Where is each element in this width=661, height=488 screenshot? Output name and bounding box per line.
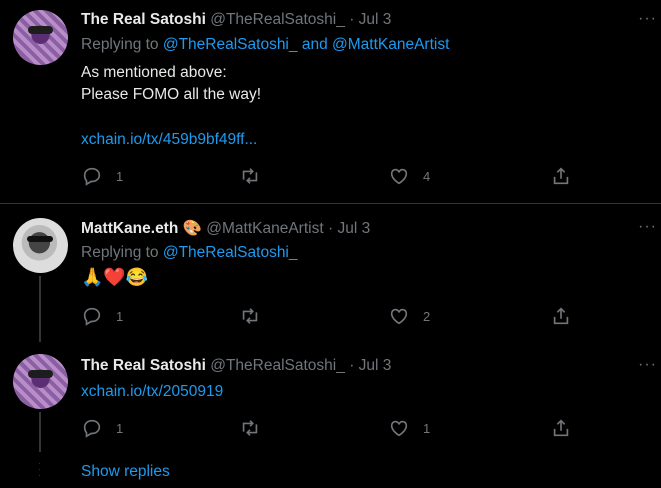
author-name[interactable]: The Real Satoshi [81,11,206,28]
tweet-date[interactable]: Jul 3 [359,357,392,374]
reply-button[interactable]: 1 [81,165,123,187]
like-count: 2 [423,308,431,324]
tweet-1[interactable]: The Real Satoshi @TheRealSatoshi_ · Jul … [0,0,661,203]
retweet-icon [242,420,258,436]
mention-link[interactable]: @TheRealSatoshi_ [163,36,298,53]
like-count: 4 [423,168,431,184]
tweet-link[interactable]: xchain.io/tx/2050919 [81,381,223,403]
tweet-header: The Real Satoshi @TheRealSatoshi_ · Jul … [81,357,391,375]
mention-link[interactable]: @TheRealSatoshi_ [163,244,298,261]
retweet-button[interactable] [239,165,274,187]
artist-palette-emoji: 🎨 [182,220,202,237]
separator-dot: · [349,357,355,374]
like-button[interactable]: 2 [388,305,430,327]
reply-icon [83,307,101,326]
reply-count: 1 [116,168,124,184]
like-button[interactable]: 1 [388,417,430,439]
author-name[interactable]: The Real Satoshi [81,357,206,374]
avatar[interactable] [13,354,68,409]
share-button[interactable] [550,305,572,327]
show-replies-link[interactable]: Show replies [81,463,170,481]
share-icon [553,167,569,185]
like-button[interactable]: 4 [388,165,430,187]
text-line: Please FOMO all the way! [81,86,262,103]
like-icon [390,308,408,325]
share-button[interactable] [550,417,572,439]
tweet-2[interactable]: MattKane.eth 🎨 @MattKaneArtist · Jul 3 ·… [0,204,661,344]
more-icon[interactable]: ··· [638,218,657,236]
tweet-date[interactable]: Jul 3 [359,11,392,28]
tweet-header: MattKane.eth 🎨 @MattKaneArtist · Jul 3 [81,219,370,238]
tweet-text: As mentioned above: Please FOMO all the … [81,62,261,106]
more-icon[interactable]: ··· [638,356,657,374]
thread-line [39,412,41,452]
mention-link[interactable]: @MattKaneArtist [332,36,449,53]
retweet-button[interactable] [239,417,274,439]
share-icon [553,419,569,437]
reply-count: 1 [116,308,124,324]
author-name[interactable]: MattKane.eth [81,220,178,237]
reply-button[interactable]: 1 [81,305,123,327]
reply-icon [83,167,101,186]
action-bar: 1 1 [81,417,581,441]
thread-dots: · · · [38,458,42,481]
tweet-link[interactable]: xchain.io/tx/459b9bf49ff... [81,129,257,151]
replying-to: Replying to @TheRealSatoshi_ [81,244,298,262]
thread-line [39,276,41,342]
replying-prefix: Replying to [81,244,159,261]
author-handle[interactable]: @MattKaneArtist [206,220,323,237]
like-icon [390,168,408,185]
tweet-date[interactable]: Jul 3 [337,220,370,237]
action-bar: 1 4 [81,165,581,189]
replying-prefix: Replying to [81,36,159,53]
action-bar: 1 2 [81,305,581,329]
tweet-text: 🙏❤️😂 [81,267,149,287]
author-handle[interactable]: @TheRealSatoshi_ [210,357,345,374]
like-count: 1 [423,420,431,436]
separator-dot: · [327,220,334,237]
share-button[interactable] [550,165,572,187]
reply-button[interactable]: 1 [81,417,123,439]
separator-dot: · [349,11,355,28]
tweet-header: The Real Satoshi @TheRealSatoshi_ · Jul … [81,11,391,29]
avatar[interactable] [13,218,68,273]
author-handle[interactable]: @TheRealSatoshi_ [210,11,345,28]
reply-icon [83,419,101,438]
share-icon [553,307,569,325]
replying-to: Replying to @TheRealSatoshi_ and @MattKa… [81,36,449,54]
like-icon [390,420,408,437]
mention-and[interactable]: and [302,36,328,53]
retweet-icon [242,308,258,324]
retweet-button[interactable] [239,305,274,327]
text-line: As mentioned above: [81,64,227,81]
avatar[interactable] [13,10,68,65]
retweet-icon [242,168,258,184]
more-icon[interactable]: ··· [638,10,657,28]
reply-count: 1 [116,420,124,436]
